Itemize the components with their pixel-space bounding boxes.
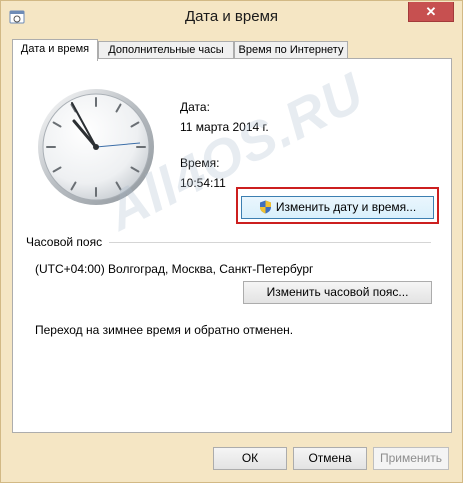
date-label: Дата: — [180, 100, 210, 114]
date-value: 11 марта 2014 г. — [180, 120, 269, 134]
close-button[interactable]: ✕ — [408, 2, 454, 22]
date-time-dialog: Дата и время ✕ Дата и время Дополнительн… — [0, 0, 463, 483]
dst-note: Переход на зимнее время и обратно отмене… — [35, 323, 294, 337]
tab-strip: Дата и время Дополнительные часы Время п… — [12, 39, 452, 61]
highlight-box — [236, 187, 439, 224]
ok-button[interactable]: ОК — [213, 447, 287, 470]
change-timezone-button[interactable]: Изменить часовой пояс... — [243, 281, 432, 304]
timezone-divider — [109, 242, 431, 243]
window-title: Дата и время — [184, 8, 279, 25]
cancel-button[interactable]: Отмена — [293, 447, 367, 470]
title-bar[interactable]: Дата и время ✕ — [1, 1, 462, 32]
tab-panel: Дата: 11 марта 2014 г. Время: 10:54:11 И… — [12, 58, 452, 433]
time-label: Время: — [180, 156, 220, 170]
tab-date-time[interactable]: Дата и время — [12, 39, 98, 61]
timezone-section-label: Часовой пояс — [26, 235, 103, 249]
close-icon: ✕ — [425, 4, 437, 19]
apply-button[interactable]: Применить — [373, 447, 449, 470]
timezone-value: (UTC+04:00) Волгоград, Москва, Санкт-Пет… — [35, 262, 314, 276]
time-value: 10:54:11 — [180, 176, 226, 190]
analog-clock-icon — [38, 89, 154, 205]
